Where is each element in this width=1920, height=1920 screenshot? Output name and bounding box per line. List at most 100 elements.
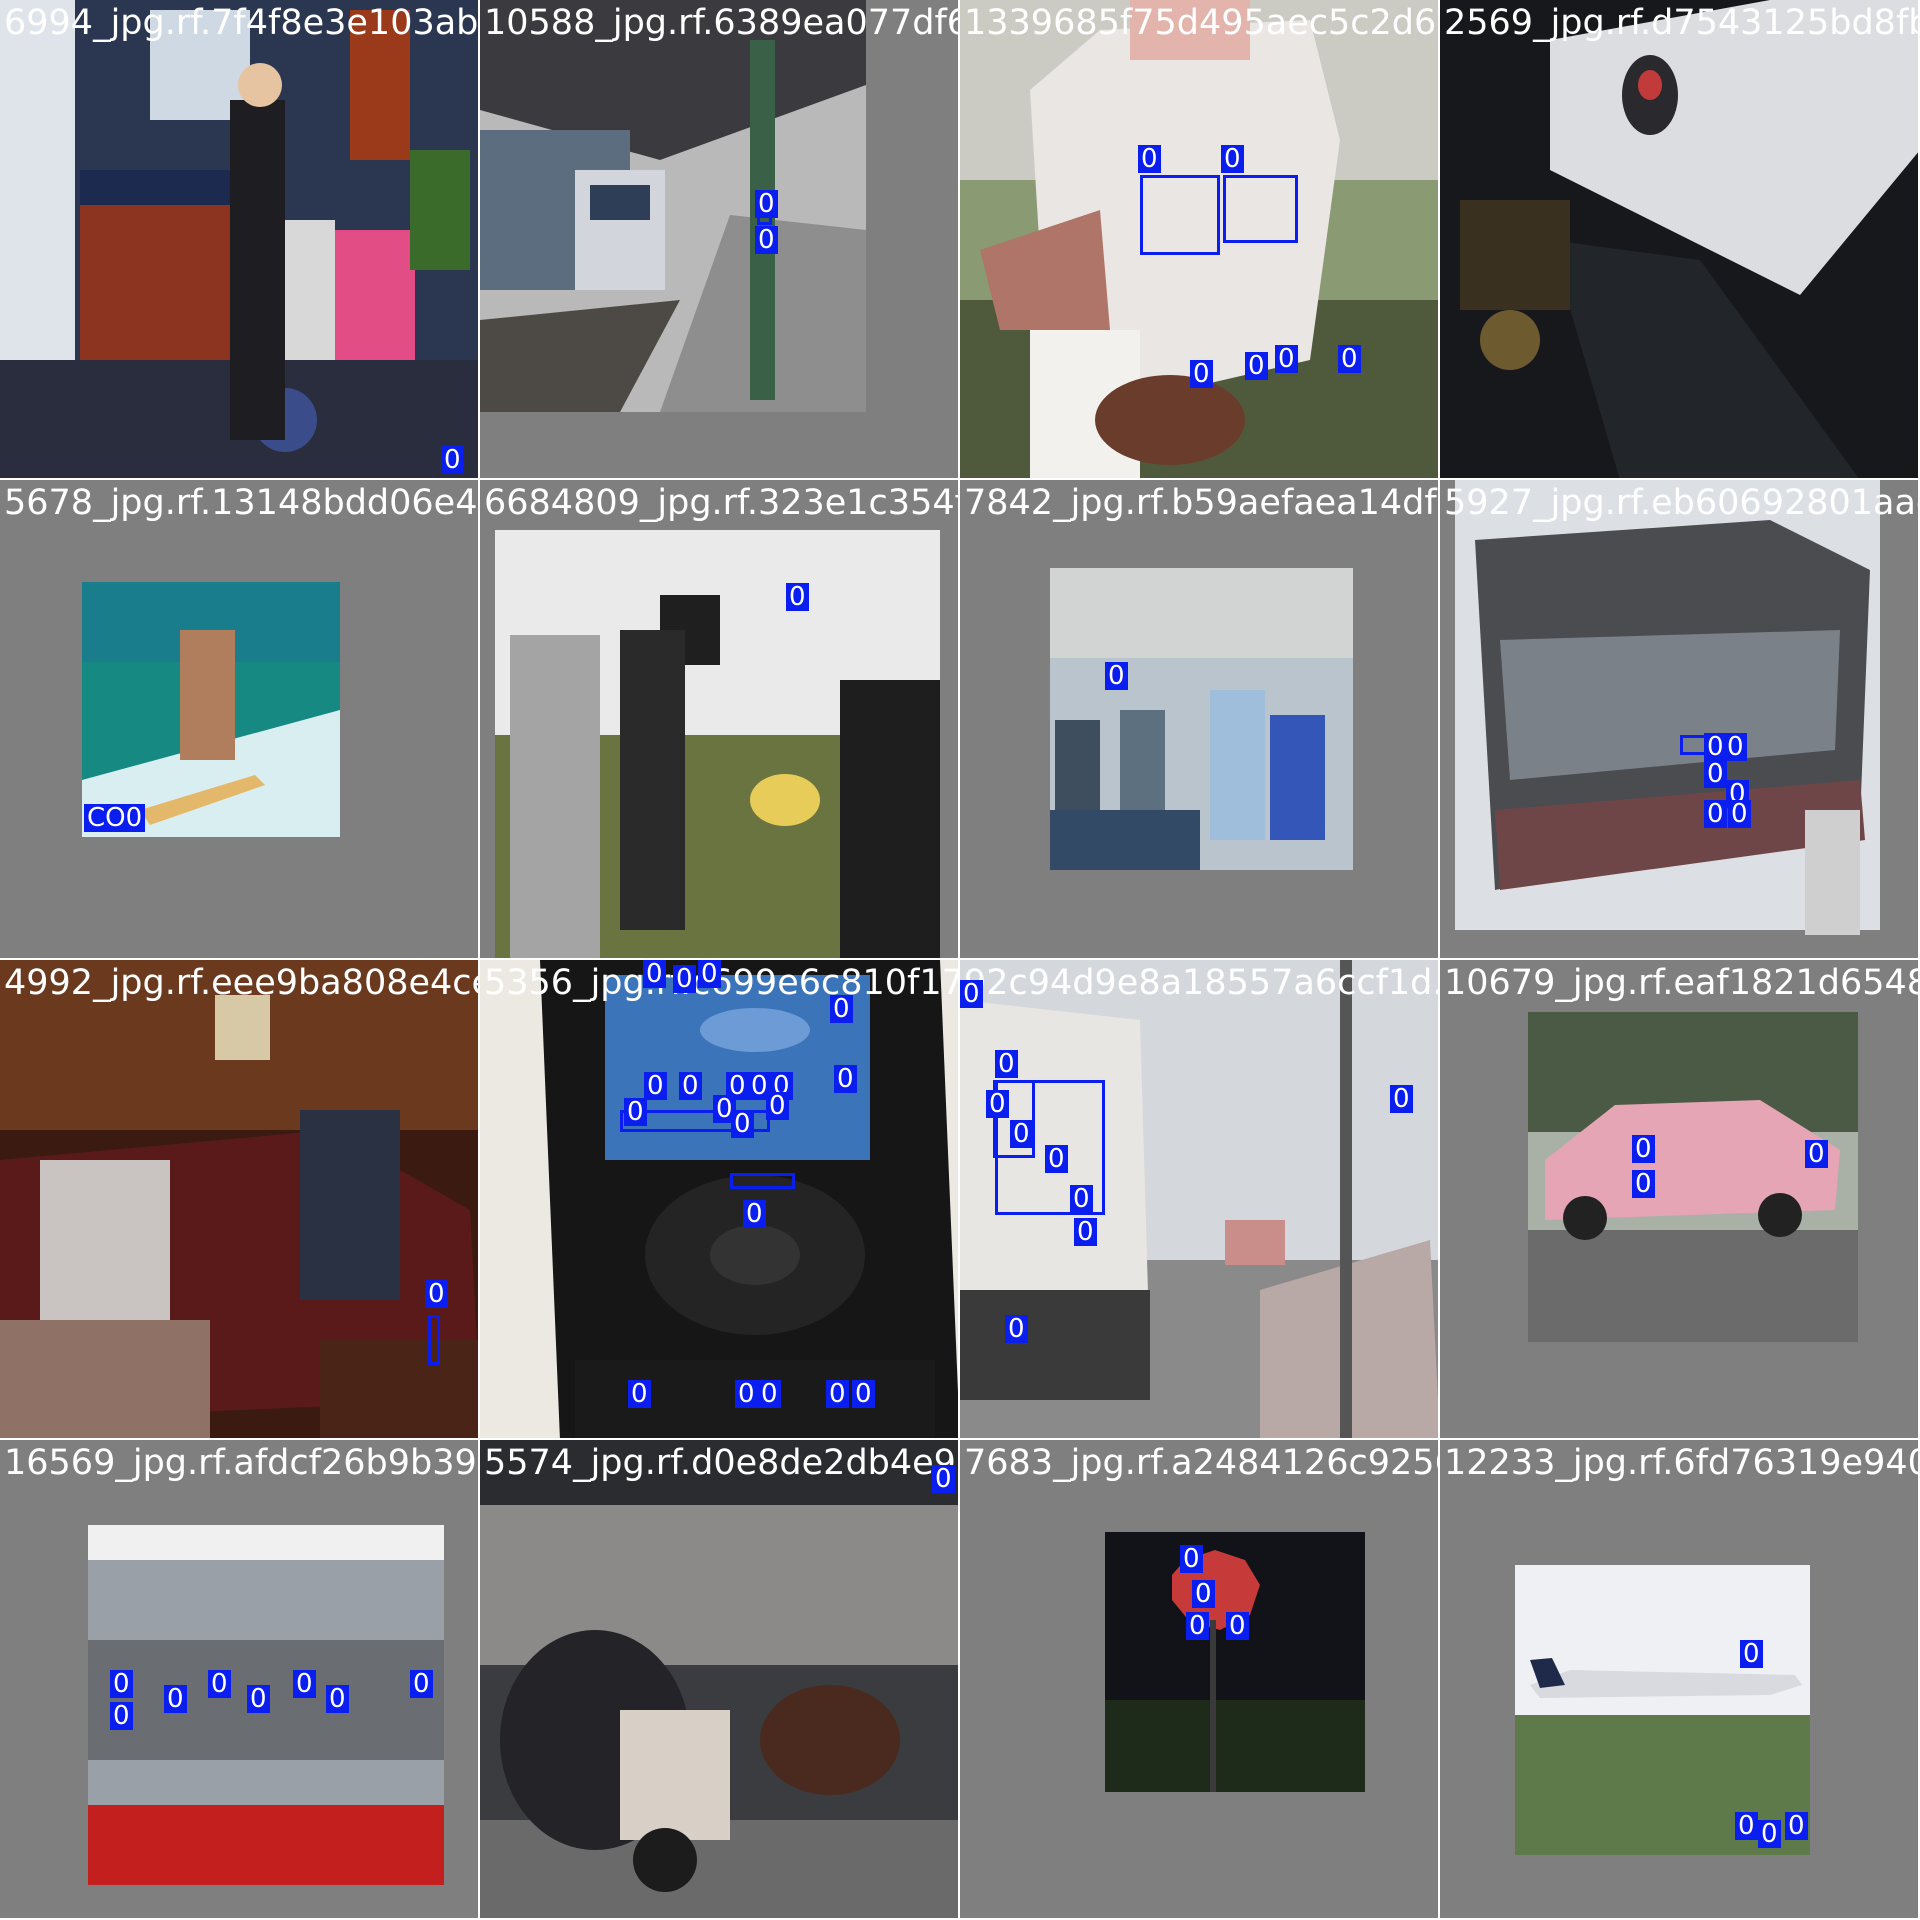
bbox-class-label: 0 — [673, 965, 696, 993]
tile-pink-truck[interactable]: 10679_jpg.rf.eaf1821d65480b3... 0 0 0 — [1440, 960, 1920, 1440]
bbox-class-label: 0 — [1221, 145, 1244, 173]
frisbee-image — [480, 480, 958, 958]
bbox-class-label: 0 — [1105, 662, 1128, 690]
bbox-class-label: CO0 — [84, 804, 146, 832]
bbox-class-label: 0 — [1805, 1140, 1828, 1168]
bbox-class-label: 0 — [1074, 1218, 1097, 1246]
bbox-class-label: 0 — [1704, 760, 1727, 788]
tile-bus[interactable]: 5927_jpg.rf.eb60692801aad48... 0 0 0 0 0… — [1440, 480, 1920, 960]
bbox — [1140, 175, 1220, 255]
bbox-class-label: 0 — [1338, 345, 1361, 373]
bbox — [428, 1315, 440, 1365]
kitchen-image — [0, 0, 478, 478]
bbox-class-label: 0 — [1728, 800, 1751, 828]
tile-surfer[interactable]: 5678_jpg.rf.13148bdd06e46d064800f5288af.… — [0, 480, 480, 960]
bbox-class-label: 0 — [1190, 360, 1213, 388]
bbox-class-label: 0 — [326, 1685, 349, 1713]
bbox-class-label: 0 — [410, 1670, 433, 1698]
bbox-class-label: 0 — [995, 1050, 1018, 1078]
filename-label: 1339685f75d495aec5c2d6258d96ef76... — [964, 3, 1438, 43]
bbox-class-label: 0 — [960, 980, 983, 1008]
tile-kitchen[interactable]: 6994_jpg.rf.7f4f8e3e103ab8f06588df63... … — [0, 0, 480, 480]
bbox-class-label: 0 — [766, 1092, 789, 1120]
airplane-image — [1440, 1440, 1918, 1918]
filename-label: 7683_jpg.rf.a2484126c9256... — [964, 1443, 1440, 1483]
desk-image — [1440, 0, 1918, 478]
bbox-class-label: 0 — [826, 1380, 849, 1408]
bbox-class-label: 0 — [1735, 1812, 1758, 1840]
bbox — [1223, 175, 1298, 243]
filename-label: 2569_jpg.rf.d7543125bd8fbb37... — [1444, 3, 1918, 43]
tile-office[interactable]: 7842_jpg.rf.b59aefaea14df0bf30... 0 — [960, 480, 1440, 960]
bbox-class-label: 0 — [698, 960, 721, 988]
living-room-image — [0, 960, 478, 1438]
bbox-class-label: 0 — [735, 1380, 758, 1408]
stop-sign-image — [960, 1440, 1438, 1918]
bbox-class-label: 0 — [758, 1380, 781, 1408]
filename-label: 92c94d9e8a18557a6ccf1d... — [964, 963, 1440, 1003]
horse-cart-image — [480, 1440, 958, 1918]
bbox-class-label: 0 — [441, 446, 464, 474]
tile-train-station[interactable]: 10588_jpg.rf.6389ea077df69098234b3... 0 … — [480, 0, 960, 480]
bbox-class-label: 0 — [1785, 1812, 1808, 1840]
filename-label: 5678_jpg.rf.13148bdd06e46d064800f5288af.… — [4, 483, 478, 523]
bbox-class-label: 0 — [247, 1685, 270, 1713]
bbox-class-label: 0 — [1070, 1185, 1093, 1213]
bbox-class-label: 0 — [743, 1200, 766, 1228]
bbox-class-label: 0 — [1226, 1612, 1249, 1640]
filename-label: 10588_jpg.rf.6389ea077df69098234b3... — [484, 3, 958, 43]
tile-bus-window[interactable]: 16569_jpg.rf.afdcf26b9b397... 0 0 0 0 0 … — [0, 1440, 480, 1920]
bbox-class-label: 0 — [1758, 1820, 1781, 1848]
tile-frisbee[interactable]: 6684809_jpg.rf.323e1c354fa4b8da... 0 — [480, 480, 960, 960]
bbox-class-label: 0 — [1186, 1612, 1209, 1640]
tile-stop-sign[interactable]: 7683_jpg.rf.a2484126c9256... 0 0 0 0 — [960, 1440, 1440, 1920]
bbox-class-label: 0 — [425, 1280, 448, 1308]
filename-label: 6994_jpg.rf.7f4f8e3e103ab8f06588df63... — [4, 3, 479, 43]
bbox-class-label: 0 — [1192, 1580, 1215, 1608]
bbox-class-label: 0 — [731, 1110, 754, 1138]
bbox-class-label: 0 — [1245, 352, 1268, 380]
tile-living-room[interactable]: 4992_jpg.rf.eee9ba808e4ce... 0 — [0, 960, 480, 1440]
filename-label: 5356_jpg.rf.c699e6c810f17ab58... — [484, 963, 958, 1003]
bbox-class-label: 0 — [110, 1670, 133, 1698]
bbox-class-label: 0 — [1390, 1085, 1413, 1113]
bbox-class-label: 0 — [624, 1098, 647, 1126]
bbox-class-label: 0 — [110, 1702, 133, 1730]
bbox-class-label: 0 — [1045, 1145, 1068, 1173]
filename-label: 6684809_jpg.rf.323e1c354fa4b8da... — [484, 483, 960, 523]
bbox-class-label: 0 — [786, 583, 809, 611]
bbox-class-label: 0 — [1010, 1120, 1033, 1148]
bbox-class-label: 0 — [164, 1685, 187, 1713]
bbox-class-label: 0 — [1704, 800, 1727, 828]
tile-desk[interactable]: 2569_jpg.rf.d7543125bd8fbb37... — [1440, 0, 1920, 480]
bbox-class-label: 0 — [208, 1670, 231, 1698]
bbox-class-label: 0 — [1138, 145, 1161, 173]
cell-phone-image — [480, 960, 958, 1438]
tile-cell-phone[interactable]: 5356_jpg.rf.c699e6c810f17ab58... 0 0 0 0… — [480, 960, 960, 1440]
bbox-class-label: 0 — [1632, 1135, 1655, 1163]
bbox-class-label: 0 — [644, 1072, 667, 1100]
tile-truck-traffic[interactable]: 92c94d9e8a18557a6ccf1d... 0 0 0 0 0 0 0 … — [960, 960, 1440, 1440]
bbox-class-label: 0 — [852, 1380, 875, 1408]
train-station-image — [480, 0, 958, 478]
filename-label: 16569_jpg.rf.afdcf26b9b397... — [4, 1443, 480, 1483]
office-image — [960, 480, 1438, 958]
bbox-class-label: 0 — [1724, 733, 1747, 761]
bbox-class-label: 0 — [1740, 1640, 1763, 1668]
bbox-class-label: 0 — [1275, 345, 1298, 373]
bbox — [730, 1173, 795, 1189]
bbox-class-label: 0 — [755, 190, 778, 218]
pink-truck-image — [1440, 960, 1918, 1438]
bbox-class-label: 0 — [1180, 1545, 1203, 1573]
bbox-class-label: 0 — [679, 1072, 702, 1100]
bbox-class-label: 0 — [834, 1065, 857, 1093]
surfer-image — [0, 480, 478, 958]
bbox-class-label: 0 — [1005, 1315, 1028, 1343]
bus-image — [1440, 480, 1918, 958]
tile-airplane[interactable]: 12233_jpg.rf.6fd76319e94060 0 0 0 0 — [1440, 1440, 1920, 1920]
bbox-class-label: 0 — [643, 960, 666, 988]
tile-horse-cart[interactable]: 5574_jpg.rf.d0e8de2db4e917... 0 — [480, 1440, 960, 1920]
bbox-class-label: 0 — [986, 1090, 1009, 1118]
tile-baseball[interactable]: 1339685f75d495aec5c2d6258d96ef76... 0 0 … — [960, 0, 1440, 480]
bus-window-image — [0, 1440, 478, 1918]
